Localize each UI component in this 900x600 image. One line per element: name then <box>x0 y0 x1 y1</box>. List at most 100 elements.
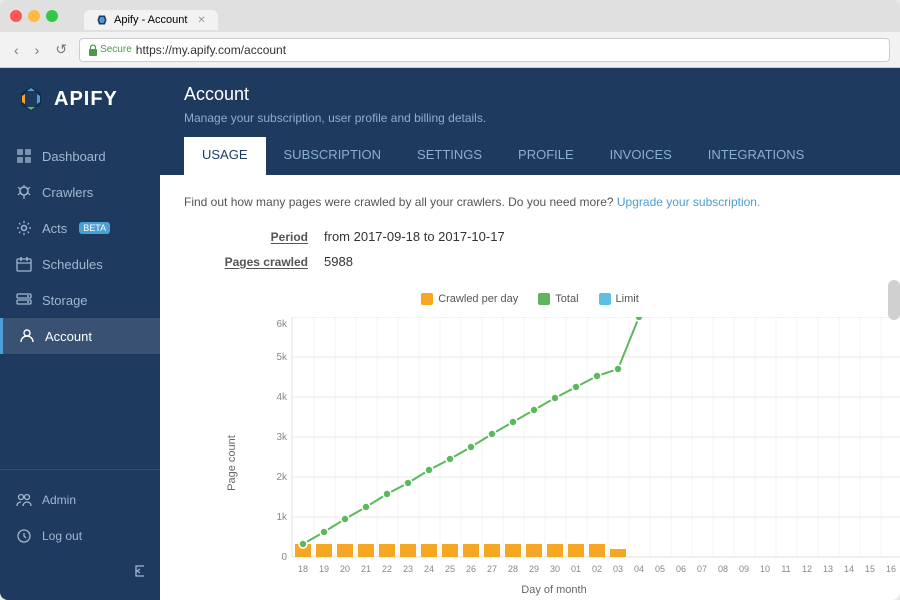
svg-text:1k: 1k <box>276 512 288 523</box>
secure-badge: Secure <box>88 44 132 56</box>
svg-text:23: 23 <box>403 564 413 574</box>
svg-text:29: 29 <box>529 564 539 574</box>
tab-subscription[interactable]: SUBSCRIPTION <box>266 137 400 175</box>
svg-text:07: 07 <box>697 564 707 574</box>
svg-text:16: 16 <box>886 564 896 574</box>
svg-text:30: 30 <box>550 564 560 574</box>
sidebar-item-crawlers[interactable]: Crawlers <box>0 174 160 210</box>
logout-item[interactable]: Log out <box>0 518 160 554</box>
storage-icon <box>16 292 32 308</box>
grid-icon <box>16 148 32 164</box>
svg-text:5k: 5k <box>276 352 288 363</box>
sidebar-item-account-label: Account <box>45 329 92 344</box>
legend-total-dot <box>538 293 550 305</box>
sidebar-item-dashboard[interactable]: Dashboard <box>0 138 160 174</box>
svg-text:08: 08 <box>718 564 728 574</box>
period-row: Period from 2017-09-18 to 2017-10-17 <box>184 229 876 244</box>
sidebar-item-storage[interactable]: Storage <box>0 282 160 318</box>
y-axis-label: Page count <box>226 435 238 491</box>
tab-title: Apify - Account <box>114 14 187 26</box>
pages-crawled-row: Pages crawled 5988 <box>184 254 876 269</box>
pages-crawled-value: 5988 <box>324 254 353 269</box>
svg-text:22: 22 <box>382 564 392 574</box>
logo-icon <box>16 84 46 114</box>
svg-text:28: 28 <box>508 564 518 574</box>
svg-text:04: 04 <box>634 564 644 574</box>
sidebar-item-schedules-label: Schedules <box>42 257 103 272</box>
legend-crawled-dot <box>421 293 433 305</box>
forward-button[interactable]: › <box>31 38 44 62</box>
svg-text:19: 19 <box>319 564 329 574</box>
address-bar[interactable]: Secure https://my.apify.com/account <box>79 38 890 62</box>
sidebar-item-admin-label: Admin <box>42 493 76 507</box>
svg-text:4k: 4k <box>276 392 288 403</box>
lock-icon <box>88 44 98 56</box>
svg-text:24: 24 <box>424 564 434 574</box>
back-button[interactable]: ‹ <box>10 38 23 62</box>
svg-text:02: 02 <box>592 564 602 574</box>
chart-container: Crawled per day Total Limit P <box>184 293 876 596</box>
sidebar-logo: APIFY <box>0 68 160 130</box>
legend-limit-label: Limit <box>616 293 639 305</box>
svg-text:25: 25 <box>445 564 455 574</box>
tab-invoices[interactable]: INVOICES <box>592 137 690 175</box>
content-area: Find out how many pages were crawled by … <box>160 175 900 600</box>
legend-total-label: Total <box>555 293 578 305</box>
svg-text:05: 05 <box>655 564 665 574</box>
sidebar-bottom: Admin Log out <box>0 469 160 600</box>
sidebar-item-storage-label: Storage <box>42 293 88 308</box>
svg-text:13: 13 <box>823 564 833 574</box>
svg-text:11: 11 <box>781 564 790 574</box>
svg-text:14: 14 <box>844 564 854 574</box>
legend-limit-dot <box>599 293 611 305</box>
sidebar: APIFY Dashboard <box>0 68 160 600</box>
tab-close-button[interactable]: ✕ <box>197 15 205 26</box>
sidebar-item-crawlers-label: Crawlers <box>42 185 93 200</box>
tabs: USAGE SUBSCRIPTION SETTINGS PROFILE INVO… <box>184 137 876 175</box>
chart-svg: 0 1k 2k 3k 4k 5k 6k <box>252 317 900 577</box>
logout-icon <box>16 528 32 544</box>
svg-text:01: 01 <box>571 564 581 574</box>
chart-inner: Page count <box>252 317 856 596</box>
refresh-button[interactable]: ↺ <box>51 37 71 62</box>
logo-text: APIFY <box>54 88 118 111</box>
period-label: Period <box>184 230 324 244</box>
svg-text:09: 09 <box>739 564 749 574</box>
legend-crawled-label: Crawled per day <box>438 293 518 305</box>
tab-favicon-icon <box>96 14 108 26</box>
period-value: from 2017-09-18 to 2017-10-17 <box>324 229 505 244</box>
pages-crawled-label: Pages crawled <box>184 255 324 269</box>
svg-text:2k: 2k <box>276 472 288 483</box>
tab-settings[interactable]: SETTINGS <box>399 137 500 175</box>
sidebar-item-schedules[interactable]: Schedules <box>0 246 160 282</box>
svg-text:12: 12 <box>802 564 812 574</box>
page-header: Account Manage your subscription, user p… <box>160 68 900 175</box>
sidebar-collapse-button[interactable] <box>0 554 160 588</box>
tab-profile[interactable]: PROFILE <box>500 137 592 175</box>
sidebar-item-acts-label: Acts <box>42 221 67 236</box>
main-content: Account Manage your subscription, user p… <box>160 68 900 600</box>
gear-icon <box>16 220 32 236</box>
browser-tab[interactable]: Apify - Account ✕ <box>84 10 218 30</box>
svg-text:06: 06 <box>676 564 686 574</box>
chart-legend: Crawled per day Total Limit <box>204 293 856 305</box>
sidebar-item-acts[interactable]: Acts BETA <box>0 210 160 246</box>
scroll-handle[interactable] <box>888 280 900 320</box>
collapse-icon <box>134 564 148 578</box>
svg-text:15: 15 <box>865 564 875 574</box>
logout-label: Log out <box>42 529 82 543</box>
sidebar-item-account[interactable]: Account <box>0 318 160 354</box>
bug-icon <box>16 184 32 200</box>
acts-beta-badge: BETA <box>79 222 110 234</box>
upgrade-link[interactable]: Upgrade your subscription. <box>617 195 760 209</box>
tab-usage[interactable]: USAGE <box>184 137 266 175</box>
info-banner: Find out how many pages were crawled by … <box>184 195 876 209</box>
account-icon <box>19 328 35 344</box>
x-axis-label: Day of month <box>252 584 856 596</box>
svg-text:18: 18 <box>298 564 308 574</box>
svg-text:26: 26 <box>466 564 476 574</box>
svg-text:03: 03 <box>613 564 623 574</box>
legend-total: Total <box>538 293 578 305</box>
sidebar-item-admin[interactable]: Admin <box>0 482 160 518</box>
tab-integrations[interactable]: INTEGRATIONS <box>690 137 823 175</box>
